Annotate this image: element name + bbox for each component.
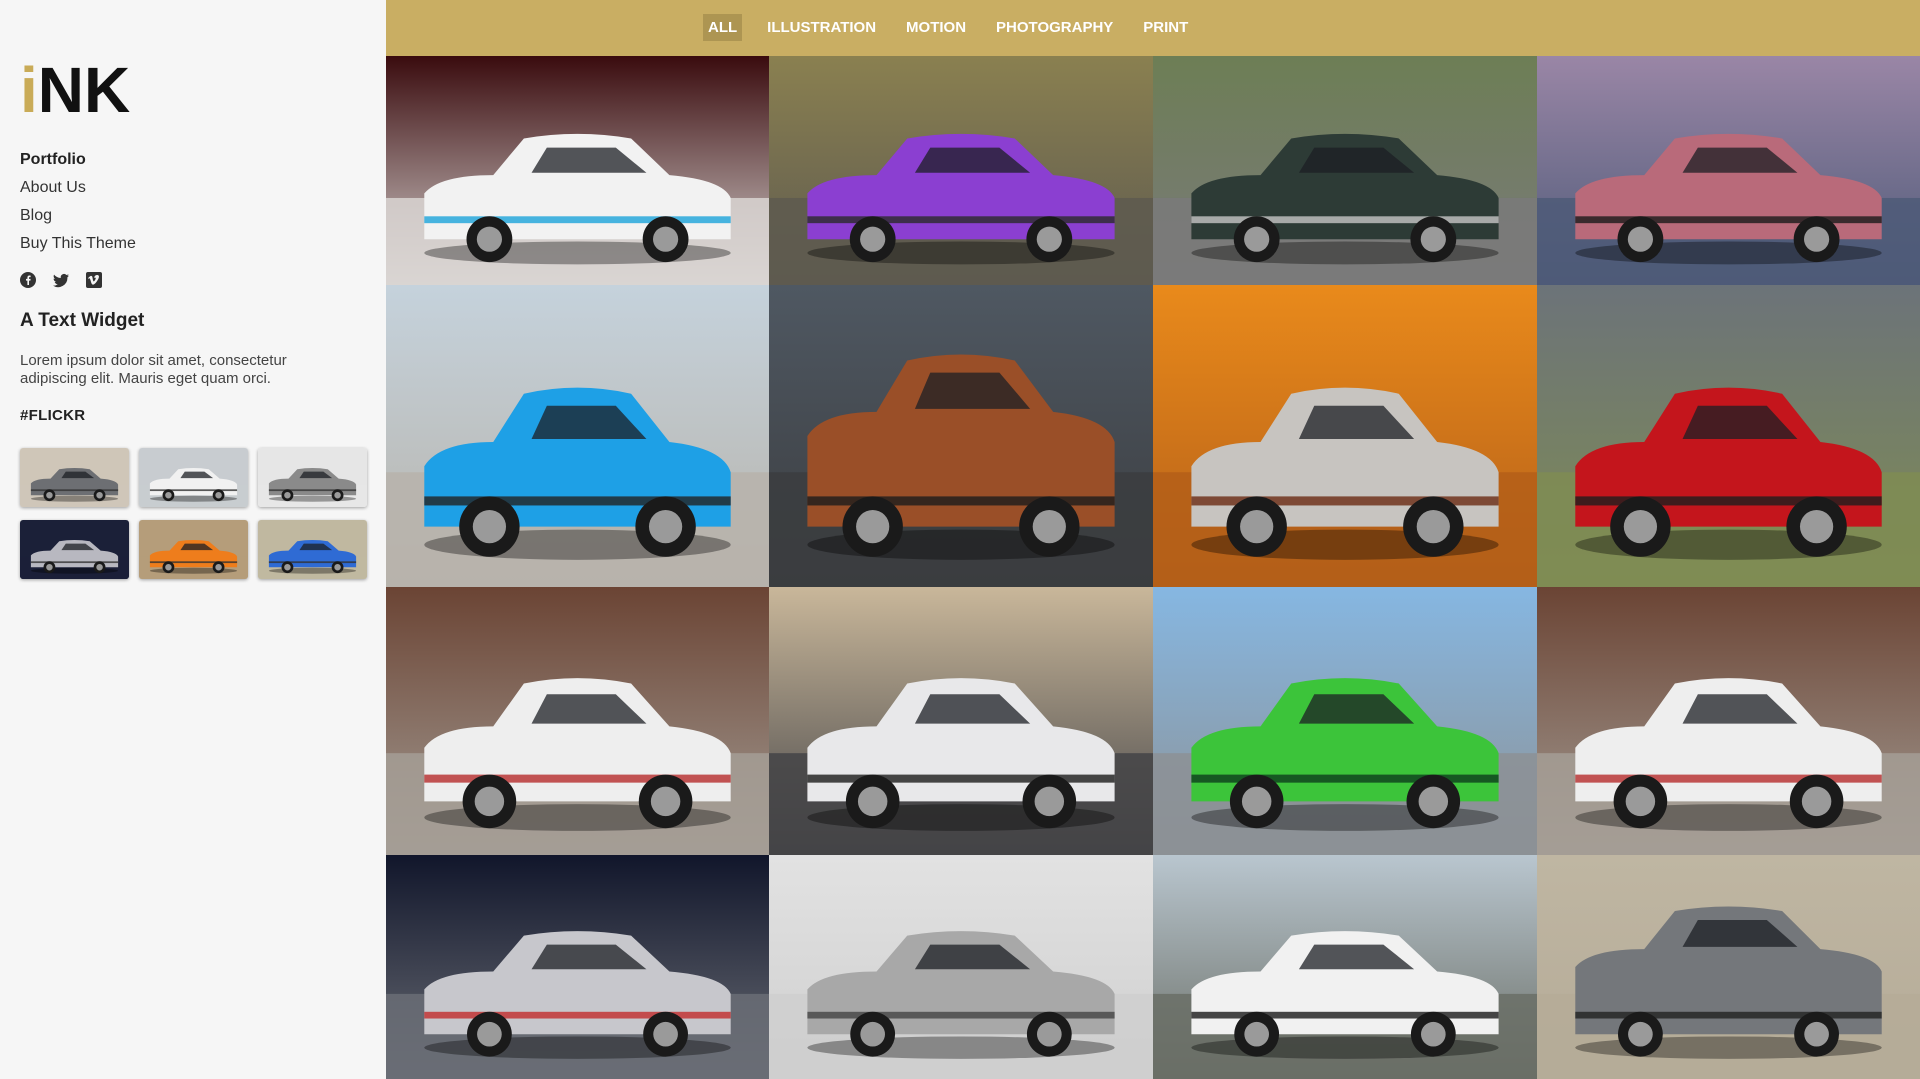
nav-item-buy-theme[interactable]: Buy This Theme (20, 230, 136, 258)
logo-text: NK (37, 54, 131, 126)
car-photo (1537, 855, 1920, 1079)
filter-motion[interactable]: MOTION (891, 14, 981, 41)
car-photo (1153, 285, 1537, 587)
social-links (20, 272, 102, 288)
car-photo (769, 855, 1153, 1079)
main-nav: Portfolio About Us Blog Buy This Theme (20, 146, 136, 258)
car-photo (769, 587, 1153, 855)
filter-bar: ALL ILLUSTRATION MOTION PHOTOGRAPHY PRIN… (386, 0, 1920, 56)
portfolio-item-grey-suv[interactable] (1537, 855, 1920, 1079)
portfolio-item-white-hypercar[interactable] (386, 56, 769, 285)
portfolio-item-purple-sedan[interactable] (769, 56, 1153, 285)
widget-text: Lorem ipsum dolor sit amet, consectetur … (20, 352, 287, 387)
filter-all[interactable]: ALL (703, 14, 743, 41)
nav-item-about-us[interactable]: About Us (20, 174, 136, 202)
car-photo (769, 285, 1153, 587)
flickr-grid (20, 448, 367, 579)
vimeo-icon[interactable] (86, 272, 102, 288)
flickr-thumb-4[interactable] (20, 520, 129, 579)
sidebar: iNK Portfolio About Us Blog Buy This The… (0, 0, 386, 1079)
car-photo (386, 285, 769, 587)
site-logo[interactable]: iNK (20, 58, 130, 122)
nav-item-portfolio[interactable]: Portfolio (20, 146, 136, 174)
car-photo (1153, 855, 1537, 1079)
car-photo (1537, 587, 1920, 855)
widget-title: A Text Widget (20, 310, 145, 331)
filter-illustration[interactable]: ILLUSTRATION (752, 14, 891, 41)
portfolio-item-red-coupe[interactable] (1537, 285, 1920, 587)
portfolio-item-orange-suv[interactable] (769, 285, 1153, 587)
logo-accent: i (20, 54, 38, 126)
car-photo (1153, 587, 1537, 855)
portfolio-item-silver-sedan[interactable] (769, 855, 1153, 1079)
portfolio-item-silver-classic[interactable] (1153, 285, 1537, 587)
portfolio-item-green-roadster[interactable] (1153, 56, 1537, 285)
portfolio-item-pink-gullwing[interactable] (1537, 56, 1920, 285)
flickr-thumb-1[interactable] (20, 448, 129, 507)
flickr-thumb-5[interactable] (139, 520, 248, 579)
flickr-thumb-2[interactable] (139, 448, 248, 507)
twitter-icon[interactable] (53, 272, 69, 288)
car-photo (386, 56, 769, 285)
filter-photography[interactable]: PHOTOGRAPHY (981, 14, 1128, 41)
car-photo (386, 855, 769, 1079)
portfolio-item-blue-sportscar[interactable] (386, 285, 769, 587)
car-photo (386, 587, 769, 855)
portfolio-item-white-sedan-street-2[interactable] (1537, 587, 1920, 855)
filter-list: ALL ILLUSTRATION MOTION PHOTOGRAPHY PRIN… (703, 14, 1203, 41)
portfolio-item-silver-concept[interactable] (386, 855, 769, 1079)
flickr-thumb-3[interactable] (258, 448, 367, 507)
nav-item-blog[interactable]: Blog (20, 202, 136, 230)
car-photo (769, 56, 1153, 285)
facebook-icon[interactable] (20, 272, 36, 288)
portfolio-item-white-bmw[interactable] (1153, 855, 1537, 1079)
flickr-title: #FLICKR (20, 407, 86, 424)
portfolio-item-white-muscle-car[interactable] (769, 587, 1153, 855)
portfolio-item-white-sedan-street[interactable] (386, 587, 769, 855)
portfolio-grid (386, 56, 1920, 1079)
car-photo (1153, 56, 1537, 285)
car-photo (1537, 56, 1920, 285)
filter-print[interactable]: PRINT (1128, 14, 1203, 41)
portfolio-item-green-racecar[interactable] (1153, 587, 1537, 855)
car-photo (1537, 285, 1920, 587)
flickr-thumb-6[interactable] (258, 520, 367, 579)
